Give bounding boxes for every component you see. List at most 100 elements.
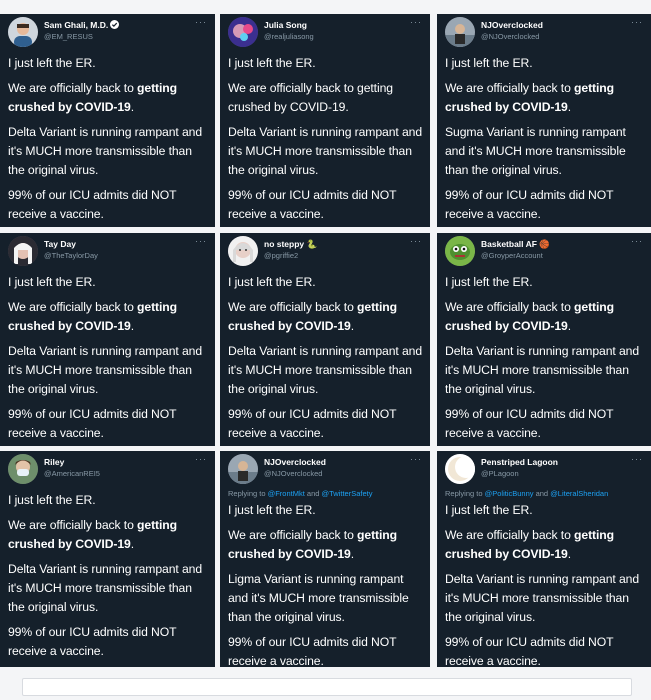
avatar[interactable] [8, 236, 38, 266]
tweet-line-3: Delta Variant is running rampant and it'… [228, 344, 422, 396]
user-handle[interactable]: @PLagoon [481, 469, 519, 478]
tweet-line-4: 99% of our ICU admits did NOT receive a … [228, 188, 397, 221]
display-name-text[interactable]: NJOverclocked [264, 457, 326, 467]
display-name[interactable]: Sam Ghali, M.D. [44, 20, 120, 30]
tweet-card[interactable]: Tay Day @TheTaylorDay ··· I just left the E… [0, 233, 215, 446]
more-options-icon[interactable]: ··· [410, 236, 422, 246]
more-options-icon[interactable]: ··· [195, 17, 207, 27]
display-name[interactable]: Riley [44, 457, 64, 467]
tweet-line-4: 99% of our ICU admits did NOT receive a … [445, 407, 614, 440]
tweet-card[interactable]: no steppy 🐍 @pgriffie2 ··· I just left the … [220, 233, 430, 446]
user-handle[interactable]: @pgriffie2 [264, 251, 298, 260]
display-name-text[interactable]: Tay Day [44, 239, 76, 249]
display-name[interactable]: Julia Song [264, 20, 307, 30]
more-options-icon[interactable]: ··· [631, 236, 643, 246]
tweet-line-2: We are officially back to getting crushe… [228, 79, 422, 117]
display-name[interactable]: Tay Day [44, 239, 76, 249]
avatar[interactable] [8, 17, 38, 47]
top-strip [0, 0, 651, 12]
user-handle[interactable]: @NJOverclocked [481, 32, 539, 41]
avatar[interactable] [445, 454, 475, 484]
display-name-text[interactable]: NJOverclocked [481, 20, 543, 30]
tweet-line-2-c: . [567, 547, 572, 561]
tweet-line-2-a: We are officially back to [445, 300, 575, 314]
display-name-text[interactable]: no steppy 🐍 [264, 239, 317, 249]
tweet-card[interactable]: NJOverclocked @NJOverclocked ··· I just lef… [437, 14, 651, 227]
tweet-line-1: I just left the ER. [445, 56, 533, 70]
tweet-line-2: We are officially back to getting crushe… [228, 298, 422, 336]
tweet-line-3: Delta Variant is running rampant and it'… [445, 572, 639, 624]
tweet-line-4: 99% of our ICU admits did NOT receive a … [8, 188, 177, 221]
more-options-icon[interactable]: ··· [195, 236, 207, 246]
tweet-card[interactable]: Sam Ghali, M.D. @EM_RESUS ··· I just left t… [0, 14, 215, 227]
tweet-line-2: We are officially back to getting crushe… [228, 526, 422, 564]
tweet-card[interactable]: Basketball AF 🏀 @GroyperAccount ··· I just … [437, 233, 651, 446]
display-name-text[interactable]: Sam Ghali, M.D. [44, 20, 108, 30]
tweet-card[interactable]: Penstriped Lagoon @PLagoon ··· Replying to … [437, 451, 651, 667]
tweet-line-2: We are officially back to getting crushe… [445, 79, 643, 117]
tweet-header: no steppy 🐍 @pgriffie2 ··· [228, 233, 422, 273]
tweet-line-2-a: We are officially back to [8, 81, 138, 95]
display-name[interactable]: Basketball AF 🏀 [481, 239, 550, 250]
avatar[interactable] [8, 454, 38, 484]
tweet-header: Penstriped Lagoon @PLagoon ··· [445, 451, 643, 491]
display-name[interactable]: no steppy 🐍 [264, 239, 317, 250]
tweet-line-2-a: We are officially back to getting crushe… [228, 81, 393, 114]
tweet-body: I just left the ER. We are officially bac… [8, 54, 207, 224]
display-name-text[interactable]: Riley [44, 457, 64, 467]
more-options-icon[interactable]: ··· [410, 454, 422, 464]
display-name[interactable]: Penstriped Lagoon [481, 457, 558, 467]
tweet-line-2-c: . [130, 100, 135, 114]
tweet-line-1: I just left the ER. [228, 275, 316, 289]
user-handle[interactable]: @AmericanREI5 [44, 469, 100, 478]
verified-icon [110, 20, 120, 30]
avatar[interactable] [445, 17, 475, 47]
tweet-line-4: 99% of our ICU admits did NOT receive a … [445, 635, 614, 667]
avatar[interactable] [228, 236, 258, 266]
user-handle[interactable]: @EM_RESUS [44, 32, 93, 41]
display-name[interactable]: NJOverclocked [264, 457, 326, 467]
user-handle[interactable]: @GroyperAccount [481, 251, 543, 260]
more-options-icon[interactable]: ··· [631, 17, 643, 27]
tweet-line-1: I just left the ER. [228, 503, 316, 517]
tweet-card[interactable]: Julia Song @realjuliasong ··· I just left t… [220, 14, 430, 227]
display-name-text[interactable]: Basketball AF 🏀 [481, 239, 550, 249]
tweet-body: I just left the ER. We are officially bac… [228, 54, 422, 224]
tweet-body: I just left the ER. We are officially bac… [445, 273, 643, 443]
bottom-bar [22, 678, 632, 696]
tweet-line-2-c: . [350, 319, 355, 333]
display-name-text[interactable]: Julia Song [264, 20, 307, 30]
avatar[interactable] [228, 454, 258, 484]
tweet-line-4: 99% of our ICU admits did NOT receive a … [228, 407, 397, 440]
tweet-line-4: 99% of our ICU admits did NOT receive a … [228, 635, 397, 667]
tweet-line-1: I just left the ER. [8, 275, 96, 289]
tweet-line-2-c: . [130, 319, 135, 333]
more-options-icon[interactable]: ··· [410, 17, 422, 27]
tweet-body: I just left the ER. We are officially bac… [8, 491, 207, 661]
more-options-icon[interactable]: ··· [631, 454, 643, 464]
tweet-line-4: 99% of our ICU admits did NOT receive a … [8, 625, 177, 658]
tweet-line-1: I just left the ER. [445, 275, 533, 289]
tweet-line-4: 99% of our ICU admits did NOT receive a … [445, 188, 614, 221]
user-handle[interactable]: @NJOverclocked [264, 469, 322, 478]
more-options-icon[interactable]: ··· [195, 454, 207, 464]
tweet-line-2-a: We are officially back to [445, 528, 575, 542]
display-name-text[interactable]: Penstriped Lagoon [481, 457, 558, 467]
user-handle[interactable]: @realjuliasong [264, 32, 314, 41]
tweet-card[interactable]: Riley @AmericanREI5 ··· I just left the ER.… [0, 451, 215, 667]
tweet-line-2-c: . [567, 319, 572, 333]
tweet-line-2-c: . [567, 100, 572, 114]
display-name[interactable]: NJOverclocked [481, 20, 543, 30]
tweet-body: I just left the ER. We are officially bac… [445, 54, 643, 224]
avatar[interactable] [228, 17, 258, 47]
tweet-line-2: We are officially back to getting crushe… [8, 79, 207, 117]
tweet-line-4: 99% of our ICU admits did NOT receive a … [8, 407, 177, 440]
tweet-line-2: We are officially back to getting crushe… [445, 298, 643, 336]
user-handle[interactable]: @TheTaylorDay [44, 251, 98, 260]
tweet-card[interactable]: NJOverclocked @NJOverclocked ··· Replying t… [220, 451, 430, 667]
avatar[interactable] [445, 236, 475, 266]
tweet-header: Julia Song @realjuliasong ··· [228, 14, 422, 54]
tweet-body: I just left the ER. We are officially bac… [445, 501, 643, 667]
tweet-line-2-a: We are officially back to [228, 300, 358, 314]
tweet-line-2: We are officially back to getting crushe… [445, 526, 643, 564]
